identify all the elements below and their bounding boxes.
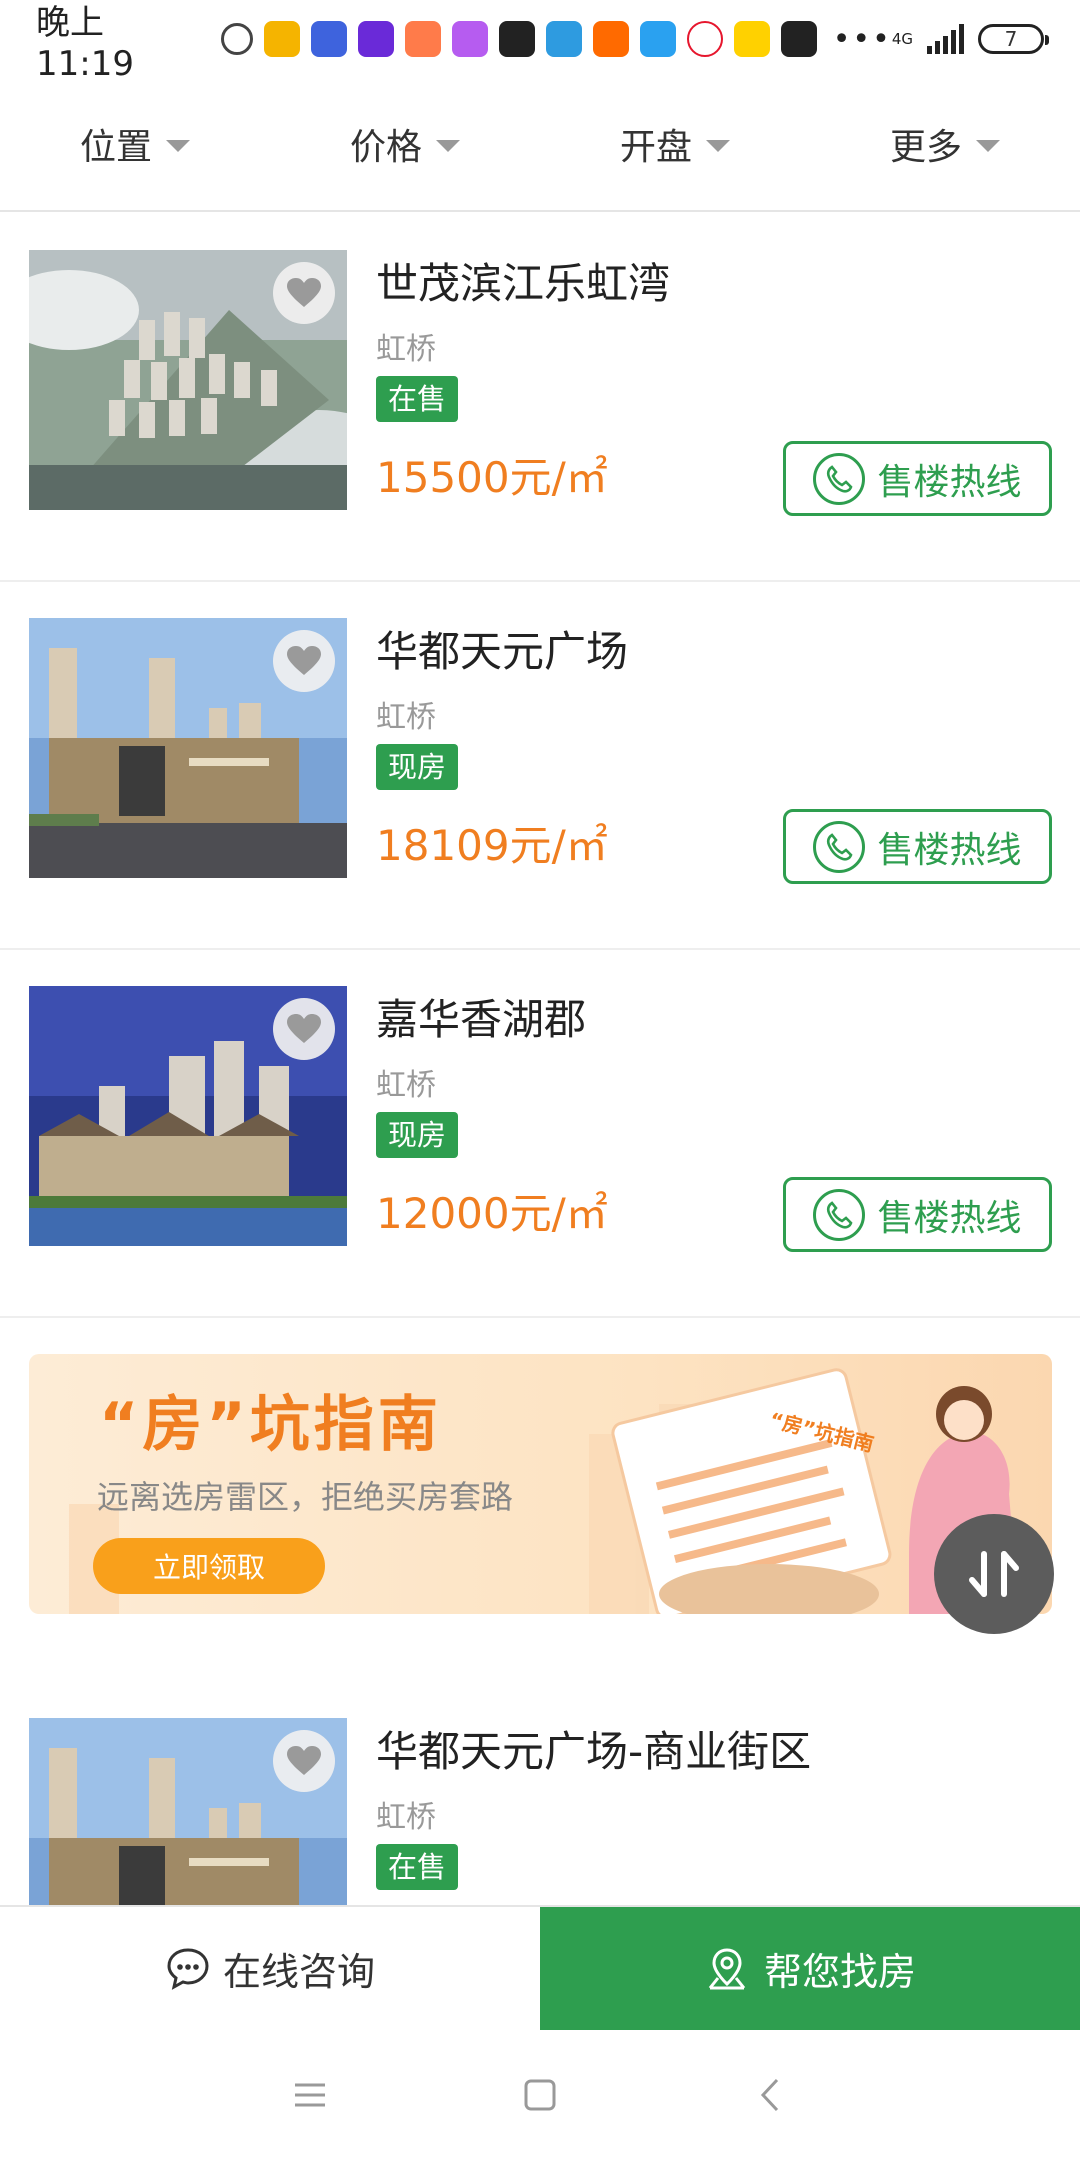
filter-label: 更多 bbox=[889, 127, 962, 168]
online-consult-label: 在线咨询 bbox=[222, 1950, 375, 1994]
listing-card[interactable]: 华都天元广场 虹桥 现房 18109元/㎡ 售楼热线 bbox=[0, 582, 1080, 950]
message-purple-icon bbox=[451, 21, 488, 57]
property-image bbox=[29, 618, 347, 878]
game-icon bbox=[780, 21, 817, 57]
listing-card[interactable]: 嘉华香湖郡 虹桥 现房 12000元/㎡ 售楼热线 bbox=[0, 950, 1080, 1318]
listing-title: 嘉华香湖郡 bbox=[376, 995, 587, 1044]
app-screen: 晚上11:19 ••• 4G 7 位置 价格 开盘 更多 世茂滨江乐虹湾 虹桥 … bbox=[0, 0, 1080, 2160]
swap-arrows-icon[interactable] bbox=[934, 1514, 1054, 1634]
online-consult-button[interactable]: 在线咨询 bbox=[0, 1907, 540, 2030]
meituan-icon bbox=[733, 21, 770, 57]
listing-area: 虹桥 bbox=[376, 332, 436, 367]
listing-title: 华都天元广场 bbox=[376, 627, 629, 676]
filter-bar: 位置 价格 开盘 更多 bbox=[0, 78, 1080, 212]
caret-down-icon bbox=[436, 140, 460, 152]
listing-area: 虹桥 bbox=[376, 700, 436, 735]
sale-status-badge: 现房 bbox=[376, 1112, 459, 1158]
listing-card[interactable]: 世茂滨江乐虹湾 虹桥 在售 15500元/㎡ 售楼热线 bbox=[0, 214, 1080, 582]
chat-bubble-icon bbox=[167, 1947, 209, 1990]
filter-label: 价格 bbox=[349, 127, 422, 168]
filter-more[interactable]: 更多 bbox=[810, 118, 1080, 170]
banner-title: “房”坑指南 bbox=[99, 1390, 442, 1460]
system-nav-bar bbox=[0, 2030, 1080, 2160]
note-blue-icon bbox=[639, 21, 676, 57]
network-type: 4G bbox=[891, 30, 913, 48]
caret-down-icon bbox=[976, 140, 1000, 152]
caret-down-icon bbox=[706, 140, 730, 152]
filter-label: 开盘 bbox=[619, 127, 692, 168]
sales-hotline-button[interactable]: 售楼热线 bbox=[783, 1177, 1052, 1252]
home-square-icon[interactable] bbox=[425, 2078, 655, 2112]
phone-icon bbox=[813, 1188, 866, 1241]
listing-price: 12000元/㎡ bbox=[376, 1189, 608, 1238]
location-pin-icon bbox=[708, 1947, 746, 1989]
property-image bbox=[29, 986, 347, 1246]
video-play-icon bbox=[357, 21, 394, 57]
filter-price[interactable]: 价格 bbox=[270, 118, 540, 170]
listing-area: 虹桥 bbox=[376, 1068, 436, 1103]
status-right: 4G 7 bbox=[891, 24, 1049, 54]
phone-icon bbox=[813, 820, 866, 873]
weibo-icon bbox=[686, 21, 723, 57]
sales-hotline-button[interactable]: 售楼热线 bbox=[783, 441, 1052, 516]
guide-banner[interactable]: “房”坑指南 远离选房雷区，拒绝买房套路 “房”坑指南 立即领取 bbox=[29, 1354, 1052, 1614]
hotline-label: 售楼热线 bbox=[877, 829, 1022, 871]
sales-hotline-button[interactable]: 售楼热线 bbox=[783, 809, 1052, 884]
sale-status-badge: 在售 bbox=[376, 376, 459, 422]
listing-price: 15500元/㎡ bbox=[376, 453, 608, 502]
phone-icon bbox=[813, 452, 866, 505]
listing-area: 虹桥 bbox=[376, 1800, 436, 1835]
claim-now-button[interactable]: 立即领取 bbox=[93, 1538, 325, 1594]
soul-icon bbox=[498, 21, 535, 57]
favorite-heart-icon[interactable] bbox=[273, 262, 335, 324]
menu-icon[interactable] bbox=[195, 2081, 425, 2109]
signal-icon bbox=[927, 24, 964, 54]
hotline-label: 售楼热线 bbox=[877, 461, 1022, 503]
favorite-heart-icon[interactable] bbox=[273, 1730, 335, 1792]
hotline-label: 售楼热线 bbox=[877, 1197, 1022, 1239]
status-time: 晚上11:19 bbox=[36, 2, 134, 84]
sale-status-badge: 在售 bbox=[376, 1844, 459, 1890]
battery-level: 7 bbox=[1004, 27, 1018, 51]
favorite-heart-icon[interactable] bbox=[273, 998, 335, 1060]
help-find-home-label: 帮您找房 bbox=[763, 1950, 916, 1994]
status-bar: 晚上11:19 ••• 4G 7 bbox=[0, 0, 1080, 84]
filter-label: 位置 bbox=[79, 127, 152, 168]
mi-icon bbox=[592, 21, 629, 57]
listing-title: 华都天元广场-商业街区 bbox=[376, 1727, 812, 1776]
back-chevron-icon[interactable] bbox=[655, 2077, 885, 2113]
banner-subtitle: 远离选房雷区，拒绝买房套路 bbox=[97, 1478, 514, 1516]
app-yellow-icon bbox=[263, 21, 300, 57]
favorite-heart-icon[interactable] bbox=[273, 630, 335, 692]
notification-icons bbox=[220, 21, 817, 57]
filter-location[interactable]: 位置 bbox=[0, 118, 270, 170]
sale-status-badge: 现房 bbox=[376, 744, 459, 790]
shopping-bag-icon bbox=[404, 21, 441, 57]
listing-price: 18109元/㎡ bbox=[376, 821, 608, 870]
bottom-action-bar: 在线咨询 帮您找房 bbox=[0, 1905, 1080, 2030]
caret-down-icon bbox=[166, 140, 190, 152]
tieba-icon bbox=[310, 21, 347, 57]
listing-title: 世茂滨江乐虹湾 bbox=[376, 259, 671, 308]
chat-bubble-icon bbox=[220, 23, 253, 55]
help-find-home-button[interactable]: 帮您找房 bbox=[540, 1907, 1080, 2030]
property-image bbox=[29, 250, 347, 510]
news-icon bbox=[545, 21, 582, 57]
filter-opening[interactable]: 开盘 bbox=[540, 118, 810, 170]
more-notifications-icon: ••• bbox=[832, 21, 892, 57]
battery-icon: 7 bbox=[978, 24, 1049, 54]
